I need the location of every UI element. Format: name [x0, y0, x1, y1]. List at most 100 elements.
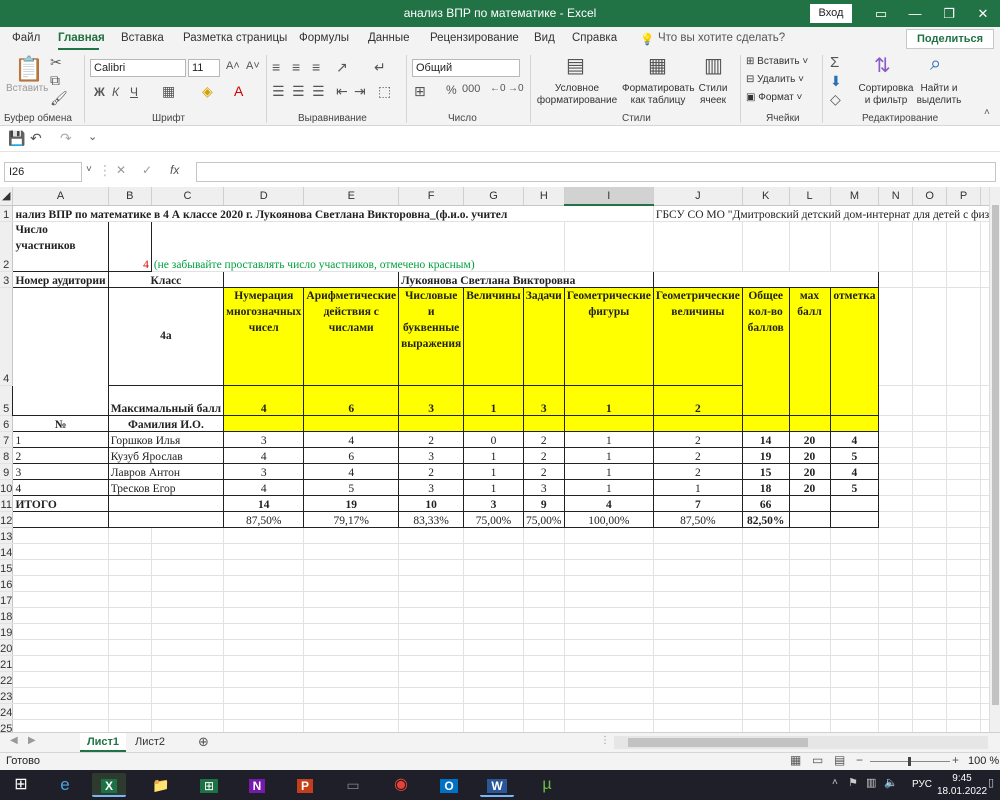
align-left-icon[interactable]: ☰ [272, 83, 285, 100]
find-select-icon[interactable]: ⌕ [930, 53, 941, 76]
onenote-icon[interactable]: N [240, 773, 274, 797]
max-cell[interactable]: 20 [788, 446, 831, 464]
score-cell[interactable]: 2 [522, 462, 565, 480]
max-cell[interactable]: 20 [788, 462, 831, 480]
borders-icon[interactable]: ▦ [162, 83, 175, 100]
row-header[interactable]: 14 [0, 543, 14, 560]
tray-security-icon[interactable]: ⚑ [848, 776, 858, 789]
font-color-icon[interactable]: A [234, 83, 243, 99]
percent-cell[interactable]: 87,50% [652, 510, 743, 528]
col-header[interactable]: N [878, 187, 914, 206]
cell-M11[interactable] [829, 494, 880, 512]
cell-L12[interactable] [788, 510, 831, 528]
cell-A6[interactable]: № [12, 414, 109, 432]
row-header[interactable]: 23 [0, 687, 14, 704]
zoom-out-icon[interactable]: − [856, 753, 863, 767]
score-cell[interactable]: 4 [303, 430, 400, 448]
percent-icon[interactable]: % [446, 83, 457, 97]
score-cell[interactable]: 3 [398, 446, 465, 464]
font-size-combo[interactable]: 11 [188, 59, 220, 77]
col-header[interactable]: L [789, 187, 831, 206]
score-cell[interactable]: 0 [463, 430, 524, 448]
vertical-scroll-thumb[interactable] [992, 205, 999, 705]
bold-icon[interactable]: Ж [94, 85, 105, 99]
normal-view-icon[interactable]: ▦ [790, 753, 801, 767]
header-cell-L4[interactable]: мах балл [788, 286, 831, 416]
cell-styles-button[interactable]: Стили ячеек [692, 83, 734, 107]
percent-cell[interactable]: 83,33% [398, 510, 465, 528]
score-cell[interactable]: 1 [563, 430, 654, 448]
max-cell[interactable]: 20 [788, 478, 831, 496]
row-header[interactable]: 4 [0, 287, 14, 386]
cell-F6[interactable] [398, 414, 465, 432]
vertical-scrollbar[interactable] [989, 187, 1000, 732]
internet-explorer-icon[interactable]: e [48, 773, 82, 797]
prev-sheet-icon[interactable]: ◀ [10, 735, 18, 746]
cell-G6[interactable] [463, 414, 524, 432]
cell-A1[interactable]: нализ ВПР по математике в 4 А классе 202… [12, 205, 654, 222]
clock-time[interactable]: 9:45 [944, 773, 980, 784]
cell-A12[interactable] [12, 510, 109, 528]
score-cell[interactable]: 2 [522, 446, 565, 464]
sum-cell[interactable]: 14 [223, 494, 305, 512]
share-button[interactable]: Поделиться [906, 29, 994, 49]
zoom-in-icon[interactable]: + [952, 753, 959, 767]
cell-F5[interactable]: 3 [398, 384, 465, 416]
header-cell-J4[interactable]: Геометрические величины [652, 286, 743, 386]
restore-icon[interactable]: ❐ [932, 0, 966, 27]
cell-B11[interactable] [107, 494, 225, 512]
cell-B3[interactable]: Класс [107, 270, 225, 288]
cell-styles-icon[interactable]: ▥ [704, 53, 723, 78]
score-cell[interactable]: 5 [303, 478, 400, 496]
score-cell[interactable]: 3 [223, 430, 305, 448]
col-header[interactable]: H [523, 187, 565, 206]
cell-D6[interactable] [223, 414, 305, 432]
accounting-format-icon[interactable]: ⊞ [414, 83, 426, 100]
outlook-icon[interactable]: O [432, 773, 466, 797]
col-header[interactable]: I [564, 187, 654, 206]
score-cell[interactable]: 2 [522, 430, 565, 448]
align-right-icon[interactable]: ☰ [312, 83, 325, 100]
sum-cell[interactable]: 66 [741, 494, 790, 512]
row-header[interactable]: 15 [0, 559, 14, 576]
sum-cell[interactable]: 19 [303, 494, 400, 512]
indent-icon[interactable]: ⇤ [336, 83, 348, 100]
tell-me-box[interactable]: Что вы хотите сделать? [658, 32, 785, 44]
cell-I5[interactable]: 1 [563, 384, 654, 416]
name-box-dropdown-icon[interactable]: ˅ [86, 164, 92, 175]
format-cells-button[interactable]: ▣ Формат ˅ [746, 92, 802, 104]
store-icon[interactable]: ⊞ [192, 773, 226, 797]
underline-icon[interactable]: Ч [130, 85, 138, 99]
align-top-icon[interactable]: ≡ [272, 59, 280, 75]
percent-cell[interactable]: 100,00% [563, 510, 654, 528]
col-header[interactable]: C [151, 187, 225, 206]
delete-cells-button[interactable]: ⊟ Удалить ˅ [746, 74, 804, 86]
conditional-formatting-button[interactable]: Условное форматирование [536, 83, 618, 107]
tab-review[interactable]: Рецензирование [430, 32, 519, 44]
cell-A4[interactable] [12, 286, 109, 416]
cell-J1[interactable]: ГБСУ СО МО "Дмитровский детский дом-инте… [653, 205, 989, 222]
sheet-tab-2[interactable]: Лист2 [130, 733, 170, 752]
score-cell[interactable]: 1 [463, 446, 524, 464]
close-icon[interactable]: ✕ [966, 0, 1000, 27]
col-header[interactable]: G [463, 187, 524, 206]
fill-icon[interactable]: ⬇ [830, 73, 842, 90]
clear-icon[interactable]: ◇ [830, 91, 841, 108]
score-cell[interactable]: 1 [463, 478, 524, 496]
align-center-icon[interactable]: ☰ [292, 83, 305, 100]
cell-H6[interactable] [522, 414, 565, 432]
row-header[interactable]: 3 [0, 271, 14, 288]
mark-cell[interactable]: 5 [829, 478, 880, 496]
cell-J5[interactable]: 2 [652, 384, 743, 416]
student-number[interactable]: 3 [12, 462, 109, 480]
row-header[interactable]: 8 [0, 447, 14, 464]
score-cell[interactable]: 3 [398, 478, 465, 496]
col-header[interactable]: D [223, 187, 305, 206]
sum-cell[interactable]: 4 [563, 494, 654, 512]
student-number[interactable]: 4 [12, 478, 109, 496]
tray-arrow-icon[interactable]: ˄ [832, 777, 838, 788]
tab-help[interactable]: Справка [572, 32, 617, 44]
save-icon[interactable]: 💾 [8, 130, 25, 147]
cell-I6[interactable] [563, 414, 654, 432]
horizontal-scrollbar[interactable] [614, 736, 988, 749]
